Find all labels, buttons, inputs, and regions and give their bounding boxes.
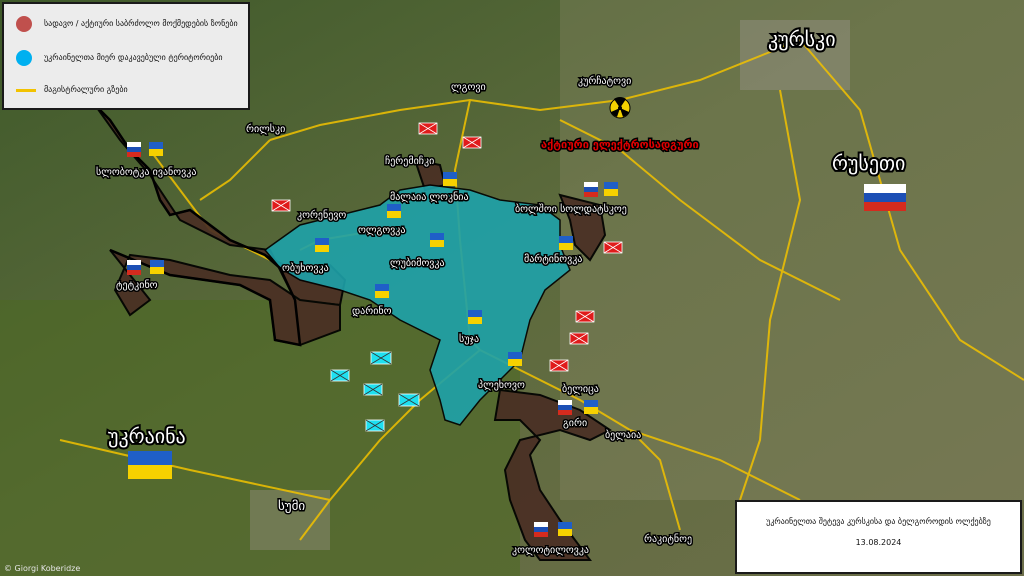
ua-flag-marker xyxy=(584,400,598,414)
ua-unit-symbol xyxy=(370,351,392,365)
ru-unit-symbol xyxy=(575,310,595,323)
ua-flag-marker xyxy=(508,352,522,366)
ua-flag-marker xyxy=(559,236,573,250)
label-olgovka: ოლგოვკა xyxy=(358,225,406,236)
credit: © Giorgi Koberidze xyxy=(4,564,81,573)
ua-flag-marker xyxy=(315,238,329,252)
label-malaya-loknya: მალაია ლოკნია xyxy=(390,191,469,203)
ua-unit-symbol xyxy=(363,383,383,396)
legend-item-contested: სადავო / აქტიური საბრძოლო მოქმედების ზონ… xyxy=(4,10,250,40)
ua-unit-symbol xyxy=(330,369,350,382)
ua-flag-marker xyxy=(149,142,163,156)
label-kurchatov: კურჩატოვი xyxy=(578,75,631,87)
label-obukhovka: ობუხოვკა xyxy=(282,262,329,274)
label-korenevo: კორენევო xyxy=(297,209,346,221)
label-sudzha: სუჯა xyxy=(459,333,479,345)
info-title: უკრაინელთა შეტევა კურსკისა და ბელგოროდის… xyxy=(766,517,991,526)
label-martynovka: მარტინოვკა xyxy=(524,253,582,265)
ua-flag-marker xyxy=(430,233,444,247)
legend-label: უკრაინელთა მიერ დაკავებული ტერიტორიები xyxy=(44,53,223,62)
label-lyubimovka: ლუბიმოვკა xyxy=(390,257,445,269)
legend: სადავო / აქტიური საბრძოლო მოქმედების ზონ… xyxy=(2,2,250,110)
label-kolotilovka: კოლოტილოვკა xyxy=(512,545,589,556)
ua-flag-marker xyxy=(468,310,482,324)
ru-unit-symbol xyxy=(418,122,438,135)
label-rakitnoe: რაკიტნოე xyxy=(644,533,692,545)
label-sl-ivanovka: სლობოტკა ივანოვკა xyxy=(96,166,196,178)
info-box: უკრაინელთა შეტევა კურსკისა და ბელგოროდის… xyxy=(735,500,1022,574)
ua-flag-marker xyxy=(604,182,618,196)
legend-item-roads: მაგისტრალური გზები xyxy=(4,76,250,106)
road-swatch-icon xyxy=(16,89,36,92)
ukraine-flag-icon xyxy=(128,451,172,479)
label-plekhovo: პლეხოვო xyxy=(478,379,525,391)
ru-flag-marker xyxy=(127,142,141,157)
label-gira: გირი xyxy=(563,417,587,429)
ua-flag-marker xyxy=(150,260,164,274)
legend-label: მაგისტრალური გზები xyxy=(44,85,128,94)
label-rylsk: რილსკი xyxy=(246,123,285,135)
label-darino: დარინო xyxy=(352,305,392,317)
label-lgov: ლგოვი xyxy=(451,82,486,93)
legend-item-occupied: უკრაინელთა მიერ დაკავებული ტერიტორიები xyxy=(4,44,250,74)
ru-flag-marker xyxy=(558,400,572,415)
label-npp-note: აქტიური ელექტროსადგური xyxy=(541,138,699,151)
label-tetkino: ტეტკინო xyxy=(116,279,158,291)
label-cheremisinovo: ჩერემიჩკი xyxy=(385,155,434,167)
ua-flag-marker xyxy=(387,204,401,218)
ru-unit-symbol xyxy=(549,359,569,372)
contested-swatch-icon xyxy=(16,16,32,32)
ru-unit-symbol xyxy=(603,241,623,254)
legend-label: სადავო / აქტიური საბრძოლო მოქმედების ზონ… xyxy=(44,19,238,28)
ua-flag-marker xyxy=(558,522,572,536)
label-sumy: სუმი xyxy=(278,499,305,514)
label-ukraine: უკრაინა xyxy=(108,424,186,448)
label-belitsa: ბელიცა xyxy=(562,383,599,395)
label-belaya: ბელაია xyxy=(605,429,641,441)
ru-flag-marker xyxy=(534,522,548,537)
ua-unit-symbol xyxy=(365,419,385,432)
ru-unit-symbol xyxy=(271,199,291,212)
occupied-swatch-icon xyxy=(16,50,32,66)
ru-unit-symbol xyxy=(569,332,589,345)
ru-unit-symbol xyxy=(462,136,482,149)
info-date: 13.08.2024 xyxy=(855,538,902,547)
label-kursk: კურსკი xyxy=(768,27,836,51)
ua-unit-symbol xyxy=(398,393,420,407)
ua-flag-marker xyxy=(443,172,457,186)
ru-flag-marker xyxy=(584,182,598,197)
label-russia: რუსეთი xyxy=(832,151,905,175)
label-bolshoe-soldatskoe: ბოლშოი სოლდატსკოე xyxy=(515,203,627,215)
ua-flag-marker xyxy=(375,284,389,298)
russia-flag-icon xyxy=(864,184,906,211)
ru-flag-marker xyxy=(127,260,141,275)
